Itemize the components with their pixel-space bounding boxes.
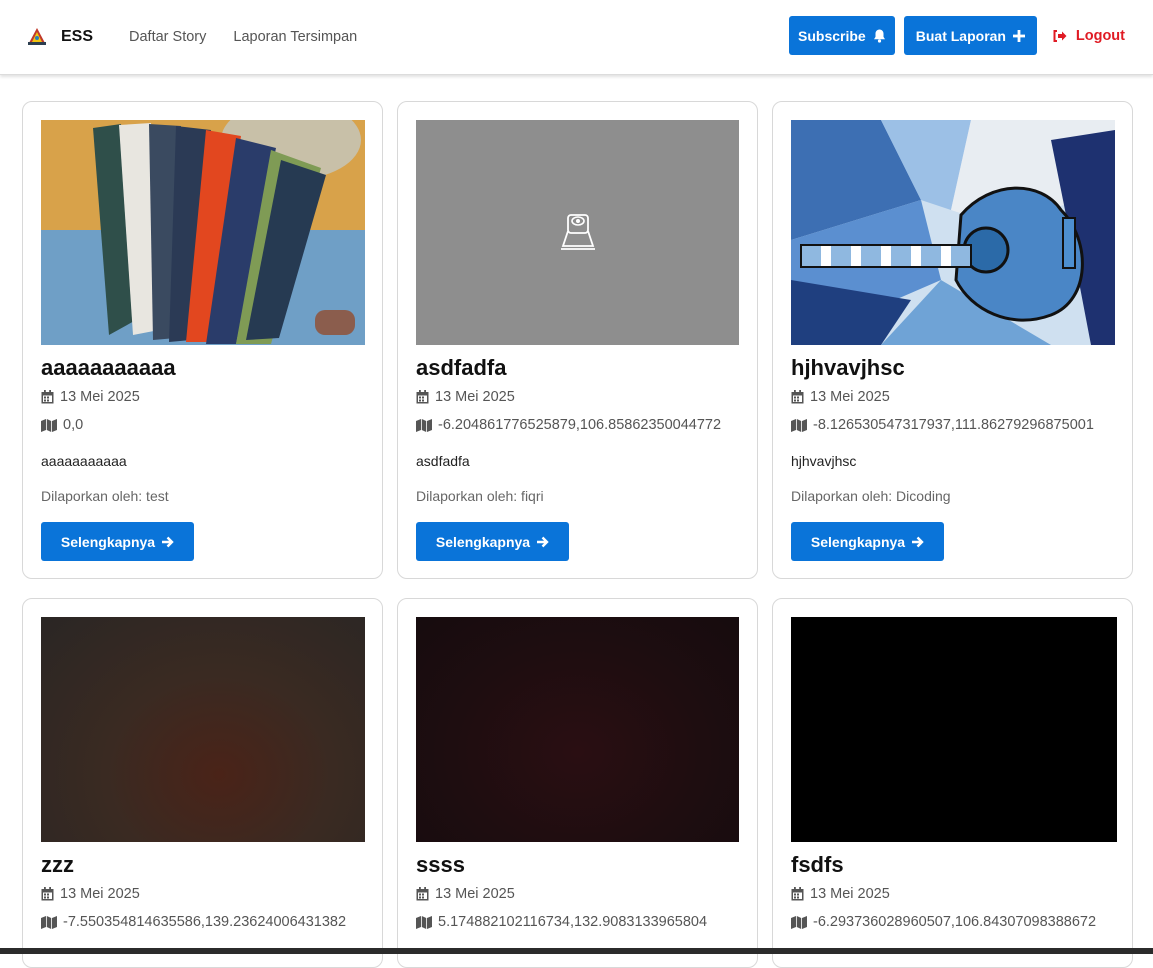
story-reporter: Dilaporkan oleh: test (41, 488, 169, 504)
story-date-text: 13 Mei 2025 (810, 886, 890, 902)
story-title: asdfadfa (416, 355, 507, 380)
story-date: 13 Mei 2025 (416, 389, 515, 405)
story-title: hjhvavjhsc (791, 355, 905, 380)
logout-label: Logout (1075, 27, 1125, 44)
story-card: ssss 13 Mei 2025 5.174882102116734,132.9… (397, 598, 758, 968)
story-card: aaaaaaaaaaa 13 Mei 2025 0,0 aaaaaaaaaaa … (22, 101, 383, 579)
story-date-text: 13 Mei 2025 (810, 389, 890, 405)
story-date-text: 13 Mei 2025 (60, 886, 140, 902)
story-card: zzz 13 Mei 2025 -7.550354814635586,139.2… (22, 598, 383, 968)
calendar-icon (791, 887, 804, 901)
story-date: 13 Mei 2025 (41, 886, 140, 902)
story-location-text: 0,0 (63, 417, 84, 433)
story-date: 13 Mei 2025 (791, 389, 890, 405)
subscribe-label: Subscribe (798, 27, 866, 44)
story-date: 13 Mei 2025 (41, 389, 140, 405)
story-image (791, 120, 1115, 345)
story-date: 13 Mei 2025 (416, 886, 515, 902)
story-card: asdfadfa 13 Mei 2025 -6.204861776525879,… (397, 101, 758, 579)
story-image (41, 617, 365, 842)
nav-daftar-story[interactable]: Daftar Story (129, 29, 206, 45)
story-title: ssss (416, 852, 465, 877)
brand-name: ESS (61, 28, 94, 45)
sign-out-icon (1053, 29, 1067, 42)
story-location-text: -6.204861776525879,106.85862350044772 (438, 417, 722, 433)
story-date-text: 13 Mei 2025 (60, 389, 140, 405)
map-icon (791, 418, 807, 432)
map-icon (41, 418, 57, 432)
buat-laporan-label: Buat Laporan (915, 27, 1006, 44)
webcam-placeholder-icon (561, 214, 595, 250)
story-location: 0,0 (41, 417, 83, 433)
story-date-text: 13 Mei 2025 (435, 886, 515, 902)
story-image-placeholder (416, 120, 739, 345)
selengkapnya-button[interactable]: Selengkapnya (791, 522, 944, 561)
map-icon (416, 418, 432, 432)
story-location-text: 5.174882102116734,132.9083133965804 (438, 914, 708, 930)
story-reporter: Dilaporkan oleh: Dicoding (791, 488, 951, 504)
story-location-text: -7.550354814635586,139.23624006431382 (63, 914, 347, 930)
story-image (41, 120, 365, 345)
selengkapnya-label: Selengkapnya (60, 533, 156, 550)
story-title: zzz (41, 852, 74, 877)
nav-laporan-tersimpan[interactable]: Laporan Tersimpan (233, 29, 357, 45)
arrow-right-icon (912, 536, 924, 547)
bell-icon (873, 29, 886, 43)
story-reporter: Dilaporkan oleh: fiqri (416, 488, 544, 504)
top-navbar: ESS Daftar Story Laporan Tersimpan Subsc… (0, 0, 1153, 75)
story-location: 5.174882102116734,132.9083133965804 (416, 914, 707, 930)
subscribe-button[interactable]: Subscribe (788, 16, 895, 55)
story-location: -7.550354814635586,139.23624006431382 (41, 914, 346, 930)
story-description: asdfadfa (416, 453, 470, 469)
story-location: -6.204861776525879,106.85862350044772 (416, 417, 721, 433)
map-icon (41, 915, 57, 929)
calendar-icon (41, 887, 54, 901)
plus-icon (1012, 29, 1025, 42)
selengkapnya-button[interactable]: Selengkapnya (416, 522, 569, 561)
story-location-text: -8.126530547317937,111.86279296875001 (813, 417, 1094, 433)
story-card: hjhvavjhsc 13 Mei 2025 -8.12653054731793… (772, 101, 1133, 579)
arrow-right-icon (537, 536, 549, 547)
story-image (416, 617, 739, 842)
story-image (791, 617, 1117, 842)
calendar-icon (416, 390, 429, 404)
story-title: fsdfs (791, 852, 844, 877)
selengkapnya-label: Selengkapnya (435, 533, 531, 550)
bottom-edge-bar (0, 948, 1153, 954)
calendar-icon (41, 390, 54, 404)
story-title: aaaaaaaaaaa (41, 355, 176, 380)
map-icon (791, 915, 807, 929)
story-location-text: -6.293736028960507,106.84307098388672 (813, 914, 1097, 930)
story-date: 13 Mei 2025 (791, 886, 890, 902)
calendar-icon (791, 390, 804, 404)
story-date-text: 13 Mei 2025 (435, 389, 515, 405)
selengkapnya-label: Selengkapnya (810, 533, 906, 550)
story-description: hjhvavjhsc (791, 453, 857, 469)
calendar-icon (416, 887, 429, 901)
brand[interactable]: ESS (26, 26, 93, 48)
story-description: aaaaaaaaaaa (41, 453, 127, 469)
selengkapnya-button[interactable]: Selengkapnya (41, 522, 194, 561)
map-icon (416, 915, 432, 929)
buat-laporan-button[interactable]: Buat Laporan (903, 16, 1037, 55)
story-location: -8.126530547317937,111.86279296875001 (791, 417, 1094, 433)
story-card: fsdfs 13 Mei 2025 -6.293736028960507,106… (772, 598, 1133, 968)
logout-button[interactable]: Logout (1053, 28, 1125, 44)
story-location: -6.293736028960507,106.84307098388672 (791, 914, 1096, 930)
arrow-right-icon (162, 536, 174, 547)
brand-logo-icon (28, 28, 46, 45)
